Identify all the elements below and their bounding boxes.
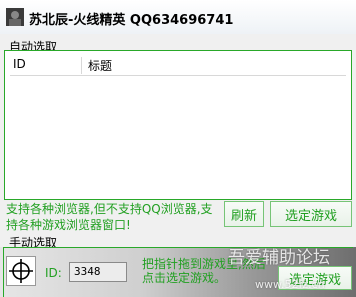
watermark-url: www.52fz.cn <box>255 278 325 291</box>
auto-select-group: ID 标题 <box>4 50 352 200</box>
window-list[interactable] <box>10 76 346 194</box>
id-label: ID: <box>45 266 62 280</box>
column-header-title[interactable]: 标题 <box>88 57 112 74</box>
window-list-header: ID 标题 <box>10 56 346 76</box>
title-bar: 苏北辰-火线精英 QQ634696741 <box>0 0 356 34</box>
crosshair-drag-handle[interactable] <box>6 256 36 286</box>
refresh-button[interactable]: 刷新 <box>224 201 264 227</box>
browser-support-hint: 支持各种浏览器,但不支持QQ浏览器,支持各种游戏浏览器窗口! <box>6 202 213 232</box>
watermark-text: 吾爱辅助论坛 <box>228 248 330 268</box>
window-title: 苏北辰-火线精英 QQ634696741 <box>29 13 234 28</box>
select-game-button[interactable]: 选定游戏 <box>270 201 352 227</box>
crosshair-icon <box>9 259 33 283</box>
column-header-id[interactable]: ID <box>13 57 82 74</box>
window-id-field[interactable]: 3348 <box>69 262 127 282</box>
app-avatar-icon <box>6 8 24 26</box>
